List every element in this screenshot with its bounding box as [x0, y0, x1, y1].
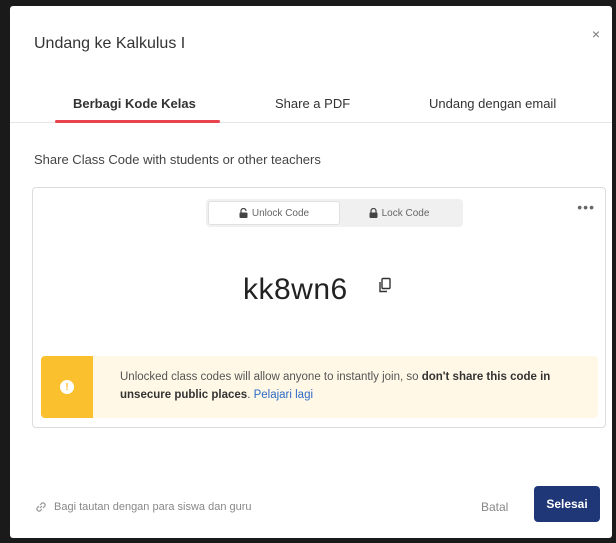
- warning-banner: ! Unlocked class codes will allow anyone…: [41, 356, 598, 418]
- modal-title: Undang ke Kalkulus I: [34, 35, 186, 52]
- share-link-button[interactable]: Bagi tautan dengan para siswa dan guru: [34, 500, 252, 514]
- unlock-code-option[interactable]: Unlock Code: [208, 201, 340, 225]
- info-icon: !: [60, 380, 74, 394]
- warning-stripe: !: [41, 356, 93, 418]
- tab-share-class-code[interactable]: Berbagi Kode Kelas: [73, 96, 196, 111]
- copy-icon[interactable]: [377, 277, 393, 293]
- lock-code-label: Lock Code: [381, 207, 430, 219]
- tab-invite-email[interactable]: Undang dengan email: [429, 96, 556, 111]
- share-subtitle: Share Class Code with students or other …: [34, 152, 321, 167]
- share-link-label: Bagi tautan dengan para siswa dan guru: [54, 501, 252, 513]
- class-code: kk8wn6: [243, 273, 348, 306]
- warning-text-before: Unlocked class codes will allow anyone t…: [120, 371, 422, 383]
- active-tab-indicator: [55, 120, 220, 123]
- modal-header: Undang ke Kalkulus I ×: [10, 6, 612, 82]
- lock-toggle: Unlock Code Lock Code: [206, 199, 463, 227]
- done-button[interactable]: Selesai: [534, 486, 600, 522]
- learn-more-link[interactable]: Pelajari lagi: [254, 389, 313, 401]
- warning-text: Unlocked class codes will allow anyone t…: [120, 368, 585, 404]
- lock-code-option[interactable]: Lock Code: [333, 201, 465, 225]
- more-icon[interactable]: •••: [577, 199, 595, 215]
- link-icon: [36, 502, 46, 512]
- unlock-code-label: Unlock Code: [251, 207, 310, 219]
- cancel-button[interactable]: Batal: [481, 500, 508, 514]
- tab-bar: Berbagi Kode Kelas Share a PDF Undang de…: [10, 82, 612, 123]
- unlock-icon: [239, 208, 248, 218]
- close-icon[interactable]: ×: [588, 26, 604, 42]
- invite-modal: Undang ke Kalkulus I × Berbagi Kode Kela…: [10, 6, 612, 538]
- class-code-card: Unlock Code Lock Code ••• kk8wn6 ! Unloc…: [32, 187, 606, 428]
- lock-icon: [369, 208, 378, 218]
- tab-share-pdf[interactable]: Share a PDF: [275, 96, 350, 111]
